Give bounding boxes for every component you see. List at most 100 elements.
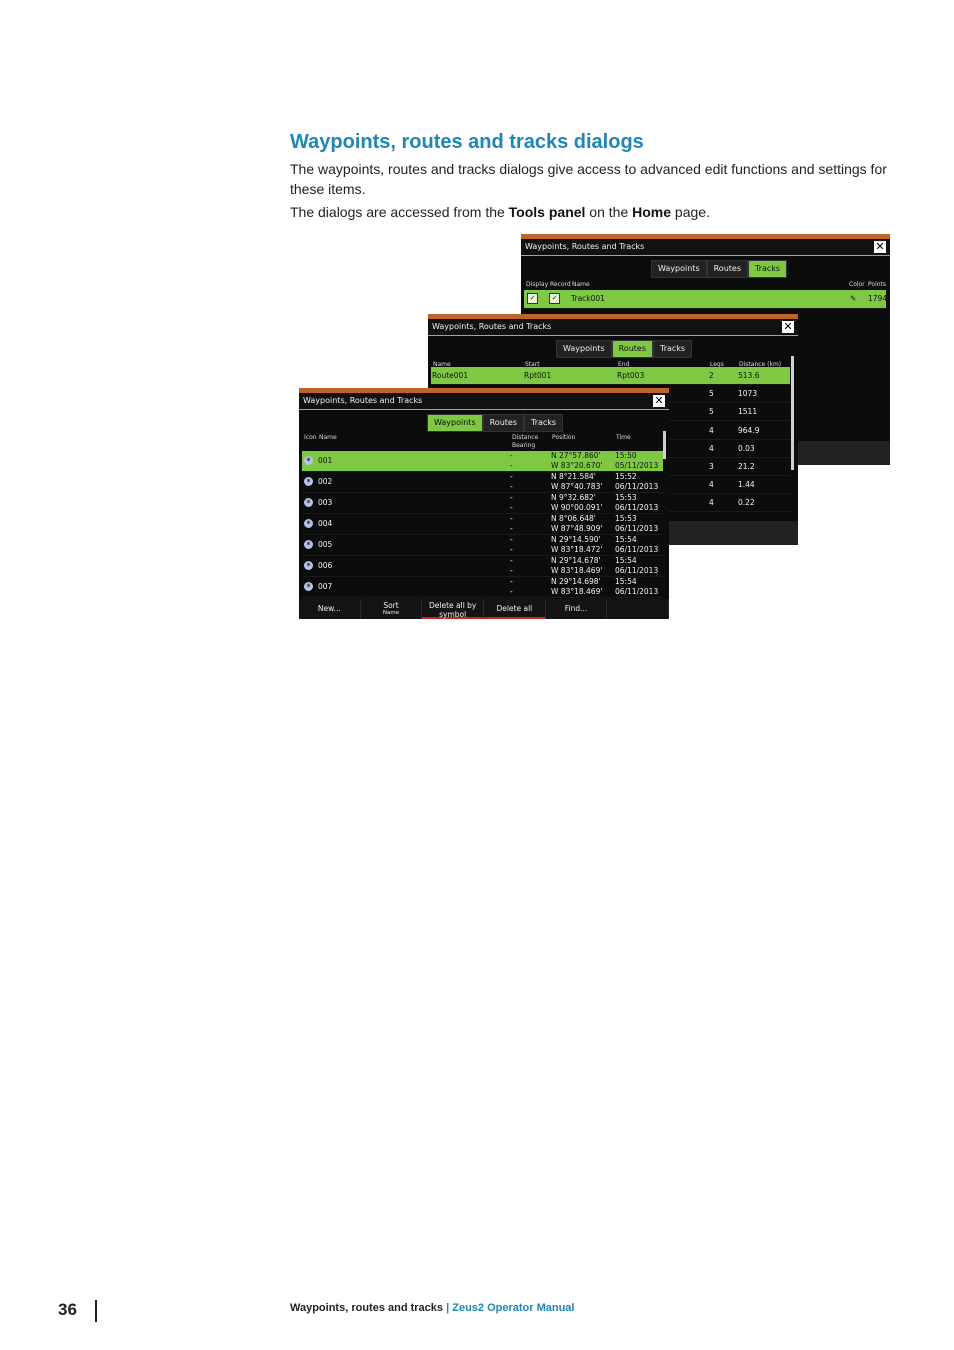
tab-tracks[interactable]: Tracks (524, 414, 564, 432)
table-row[interactable]: ✶ 003 - - N 9°32.682' W 90°00.091' 15:53 06/11/… (302, 493, 663, 514)
table-row[interactable]: ✓ ✓ Track001 ✎ 1794 (524, 290, 888, 309)
close-icon[interactable]: ✕ (653, 395, 665, 407)
new-button[interactable]: New... (299, 599, 361, 619)
route-distance: 513.6 (738, 371, 760, 380)
waypoint-name: 006 (318, 561, 333, 570)
scrollbar[interactable] (791, 356, 794, 470)
waypoint-bearing: - (510, 461, 513, 470)
dialogs-figure: Waypoints, Routes and Tracks ✕ Waypoints… (290, 232, 890, 628)
sort-label: Sort (383, 601, 399, 610)
footer-divider (95, 1300, 97, 1322)
waypoint-symbol-icon: ✶ (304, 498, 313, 507)
delete-by-symbol-button[interactable]: Delete all by symbol (422, 599, 485, 619)
table-row[interactable]: Route001 Rpt001 Rpt003 2 513.6 (431, 367, 790, 385)
waypoint-latitude: N 29°14.590' (551, 535, 601, 544)
access-paragraph: The dialogs are accessed from the Tools … (290, 202, 890, 222)
waypoint-date: 05/11/2013 (615, 461, 659, 470)
waypoint-time: 15:53 (615, 493, 637, 502)
waypoint-latitude: N 29°14.698' (551, 577, 601, 586)
waypoint-date: 06/11/2013 (615, 545, 659, 554)
table-row[interactable]: ✶ 007 - - N 29°14.698' W 83°18.469' 15:54 06/11… (302, 577, 663, 598)
home-term: Home (632, 204, 672, 220)
route-distance: 21.2 (738, 462, 755, 471)
waypoint-longitude: W 87°48.909' (551, 524, 603, 533)
find-button[interactable]: Find... (546, 599, 608, 619)
waypoint-date: 06/11/2013 (615, 566, 659, 575)
waypoint-time: 15:50 (615, 451, 637, 460)
access-text-3: page. (671, 204, 710, 220)
route-distance: 1.44 (738, 480, 755, 490)
col-position: Position (552, 434, 576, 441)
waypoint-symbol-icon: ✶ (304, 519, 313, 528)
waypoint-symbol-icon: ✶ (304, 477, 313, 486)
delete-by-symbol-label-1: Delete all by (428, 601, 477, 610)
display-checkbox[interactable]: ✓ (527, 293, 538, 304)
tab-routes[interactable]: Routes (706, 260, 748, 278)
table-row[interactable]: ✶ 002 - - N 8°21.584' W 87°40.783' 15:52 06/11/… (302, 472, 663, 493)
intro-paragraph: The waypoints, routes and tracks dialogs… (290, 161, 887, 197)
scrollbar[interactable] (663, 431, 666, 459)
tab-waypoints[interactable]: Waypoints (556, 340, 612, 358)
waypoint-distance: - (510, 577, 513, 586)
close-icon[interactable]: ✕ (874, 241, 886, 253)
waypoint-bearing: - (510, 503, 513, 512)
table-row[interactable]: ✶ 005 - - N 29°14.590' W 83°18.472' 15:54 06/11… (302, 535, 663, 556)
tab-bar: Waypoints Routes Tracks (556, 340, 693, 358)
route-legs: 4 (709, 498, 714, 508)
waypoint-bearing: - (510, 482, 513, 491)
waypoint-longitude: W 90°00.091' (551, 503, 603, 512)
access-text-2: on the (585, 204, 633, 220)
color-pencil-icon[interactable]: ✎ (850, 290, 856, 308)
track-points: 1794 (868, 294, 888, 303)
waypoint-name: 003 (318, 498, 333, 507)
col-bearing: Bearing (512, 442, 536, 449)
route-legs: 4 (709, 425, 714, 435)
waypoint-longitude: W 83°20.670' (551, 461, 603, 470)
tab-routes[interactable]: Routes (611, 340, 653, 358)
waypoint-bearing: - (510, 524, 513, 533)
waypoint-distance: - (510, 535, 513, 544)
col-record: Record (550, 281, 571, 288)
route-legs: 2 (709, 371, 714, 380)
sort-sub-label: Name (382, 610, 400, 616)
tab-tracks[interactable]: Tracks (653, 340, 693, 358)
running-footer: Waypoints, routes and tracks | Zeus2 Ope… (290, 1302, 575, 1314)
table-row[interactable]: ✶ 001 - - N 27°57.860' W 83°20.670' 15:50 05/11… (302, 451, 663, 472)
route-legs: 5 (709, 407, 714, 417)
waypoint-latitude: N 29°14.678' (551, 556, 601, 565)
col-distance: Distance (512, 434, 539, 441)
waypoint-symbol-icon: ✶ (304, 540, 313, 549)
footer-section: Waypoints, routes and tracks (290, 1302, 444, 1314)
footer-separator: | (443, 1302, 453, 1314)
route-legs: 5 (709, 389, 714, 399)
table-row[interactable]: ✶ 004 - - N 8°06.648' W 87°48.909' 15:53 06/11/… (302, 514, 663, 535)
table-row[interactable]: ✶ 006 - - N 29°14.678' W 83°18.469' 15:54 06/11… (302, 556, 663, 577)
waypoint-time: 15:54 (615, 556, 637, 565)
col-name: Name (319, 434, 337, 441)
close-icon[interactable]: ✕ (782, 321, 794, 333)
delete-all-button[interactable]: Delete all (484, 599, 546, 619)
waypoint-symbol-icon: ✶ (304, 561, 313, 570)
waypoint-latitude: N 27°57.860' (551, 451, 601, 460)
tab-tracks[interactable]: Tracks (748, 260, 788, 278)
section-heading: Waypoints, routes and tracks dialogs (290, 131, 644, 153)
tab-routes[interactable]: Routes (482, 414, 524, 432)
tab-waypoints[interactable]: Waypoints (427, 414, 483, 432)
access-text-1: The dialogs are accessed from the (290, 204, 509, 220)
waypoint-date: 06/11/2013 (615, 503, 659, 512)
sort-button[interactable]: Sort Name (361, 599, 423, 619)
waypoint-distance: - (510, 514, 513, 523)
record-checkbox[interactable]: ✓ (549, 293, 560, 304)
col-time: Time (616, 434, 631, 441)
tab-waypoints[interactable]: Waypoints (651, 260, 707, 278)
route-distance: 1073 (738, 389, 758, 399)
waypoint-time: 15:54 (615, 577, 637, 586)
dialog-title: Waypoints, Routes and Tracks (525, 242, 645, 251)
waypoint-bearing: - (510, 587, 513, 596)
route-distance: 1511 (738, 407, 758, 417)
route-distance: 0.22 (738, 498, 755, 508)
track-name: Track001 (571, 294, 605, 303)
waypoint-date: 06/11/2013 (615, 587, 659, 596)
route-legs: 4 (709, 480, 714, 490)
dialog-titlebar: Waypoints, Routes and Tracks ✕ (521, 239, 890, 256)
